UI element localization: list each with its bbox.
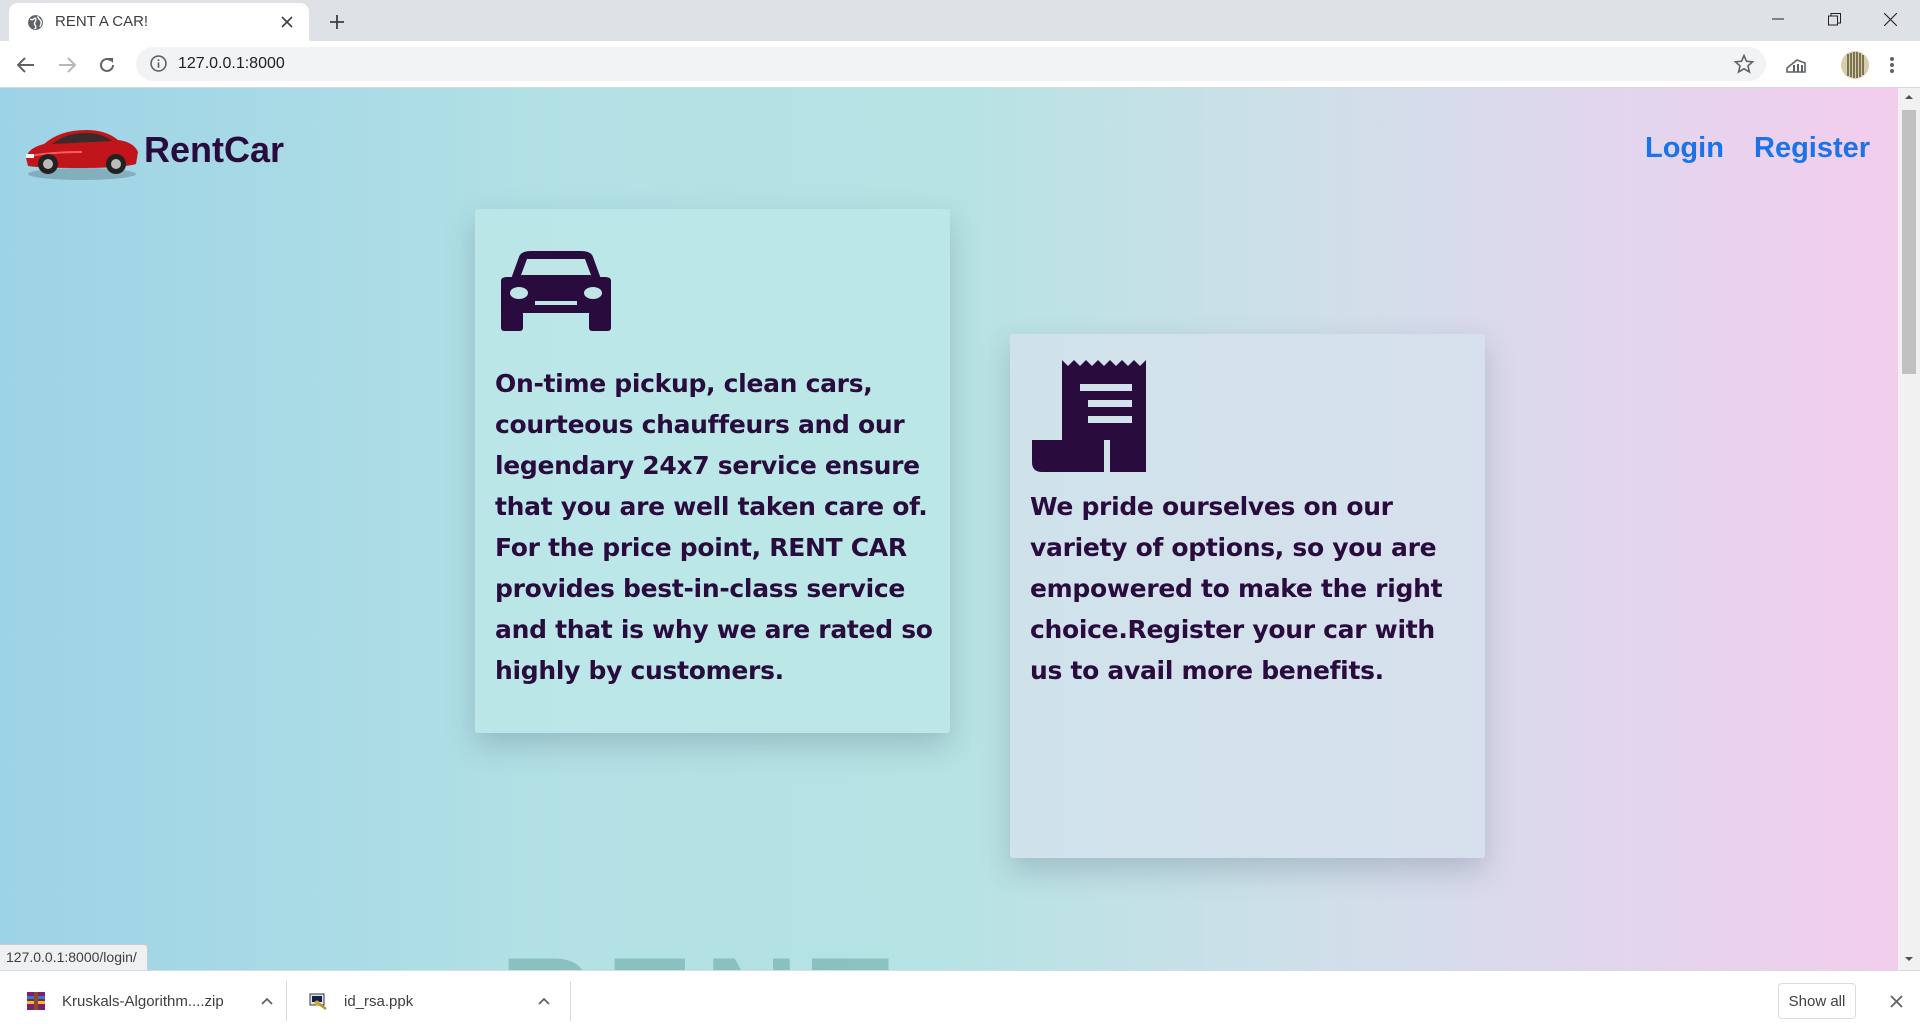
- hero-heading: RENT: [500, 928, 902, 970]
- forward-icon[interactable]: [53, 51, 81, 79]
- scrollbar-thumb[interactable]: [1902, 110, 1916, 374]
- url-text[interactable]: 127.0.0.1:8000: [178, 55, 285, 73]
- register-link[interactable]: Register: [1754, 132, 1870, 165]
- new-tab-icon[interactable]: [325, 10, 349, 34]
- address-bar[interactable]: 127.0.0.1:8000: [136, 47, 1766, 81]
- back-icon[interactable]: [12, 51, 40, 79]
- divider: [286, 981, 287, 1021]
- chevron-up-icon[interactable]: [537, 996, 551, 1006]
- scroll-down-arrow-icon[interactable]: [1904, 954, 1914, 964]
- bookmark-star-icon[interactable]: [1734, 54, 1754, 74]
- download-filename: id_rsa.ppk: [344, 992, 414, 1010]
- brand-name[interactable]: RentCar: [144, 129, 284, 171]
- menu-kebab-icon[interactable]: [1878, 51, 1906, 79]
- close-window-icon[interactable]: [1862, 0, 1918, 38]
- browser-toolbar: 127.0.0.1:8000: [0, 41, 1920, 88]
- winrar-archive-icon: [27, 992, 45, 1010]
- options-card: We pride ourselves on our variety of opt…: [1010, 334, 1485, 858]
- red-car-logo-icon: [26, 130, 138, 180]
- tab-title: RENT A CAR!: [55, 13, 149, 30]
- putty-key-icon: [309, 993, 327, 1010]
- tab-strip: RENT A CAR!: [0, 0, 1920, 41]
- receipt-icon: [1032, 360, 1146, 472]
- minimize-icon[interactable]: [1750, 0, 1806, 38]
- info-icon[interactable]: [150, 55, 167, 72]
- download-item[interactable]: Kruskals-Algorithm....zip: [26, 971, 274, 1030]
- download-filename: Kruskals-Algorithm....zip: [62, 992, 224, 1010]
- browser-tab[interactable]: RENT A CAR!: [9, 3, 309, 41]
- scroll-up-arrow-icon[interactable]: [1904, 92, 1914, 102]
- page-scrollbar[interactable]: [1898, 88, 1920, 970]
- download-item[interactable]: id_rsa.ppk: [308, 971, 551, 1030]
- service-card-text: On-time pickup, clean cars, courteous ch…: [495, 369, 933, 685]
- show-all-button[interactable]: Show all: [1778, 983, 1856, 1019]
- divider: [570, 981, 571, 1021]
- car-icon: [501, 251, 611, 331]
- brand-logo[interactable]: RentCar: [22, 118, 284, 182]
- chevron-up-icon[interactable]: [260, 996, 274, 1006]
- extension-media-icon[interactable]: [1782, 51, 1810, 79]
- globe-icon: [28, 15, 43, 30]
- reload-icon[interactable]: [93, 51, 121, 79]
- downloads-bar: Kruskals-Algorithm....zip id_rsa.ppk Sho…: [0, 970, 1920, 1030]
- service-card: On-time pickup, clean cars, courteous ch…: [475, 209, 950, 733]
- restore-icon[interactable]: [1806, 0, 1862, 38]
- status-url-bubble: 127.0.0.1:8000/login/: [0, 944, 148, 970]
- login-link[interactable]: Login: [1645, 132, 1724, 165]
- close-tab-icon[interactable]: [277, 12, 297, 32]
- profile-avatar[interactable]: [1838, 51, 1872, 79]
- page-viewport: RentCar Login Register On-time pickup, c…: [0, 88, 1898, 970]
- close-downloads-icon[interactable]: [1886, 991, 1906, 1011]
- options-card-text: We pride ourselves on our variety of opt…: [1030, 492, 1443, 685]
